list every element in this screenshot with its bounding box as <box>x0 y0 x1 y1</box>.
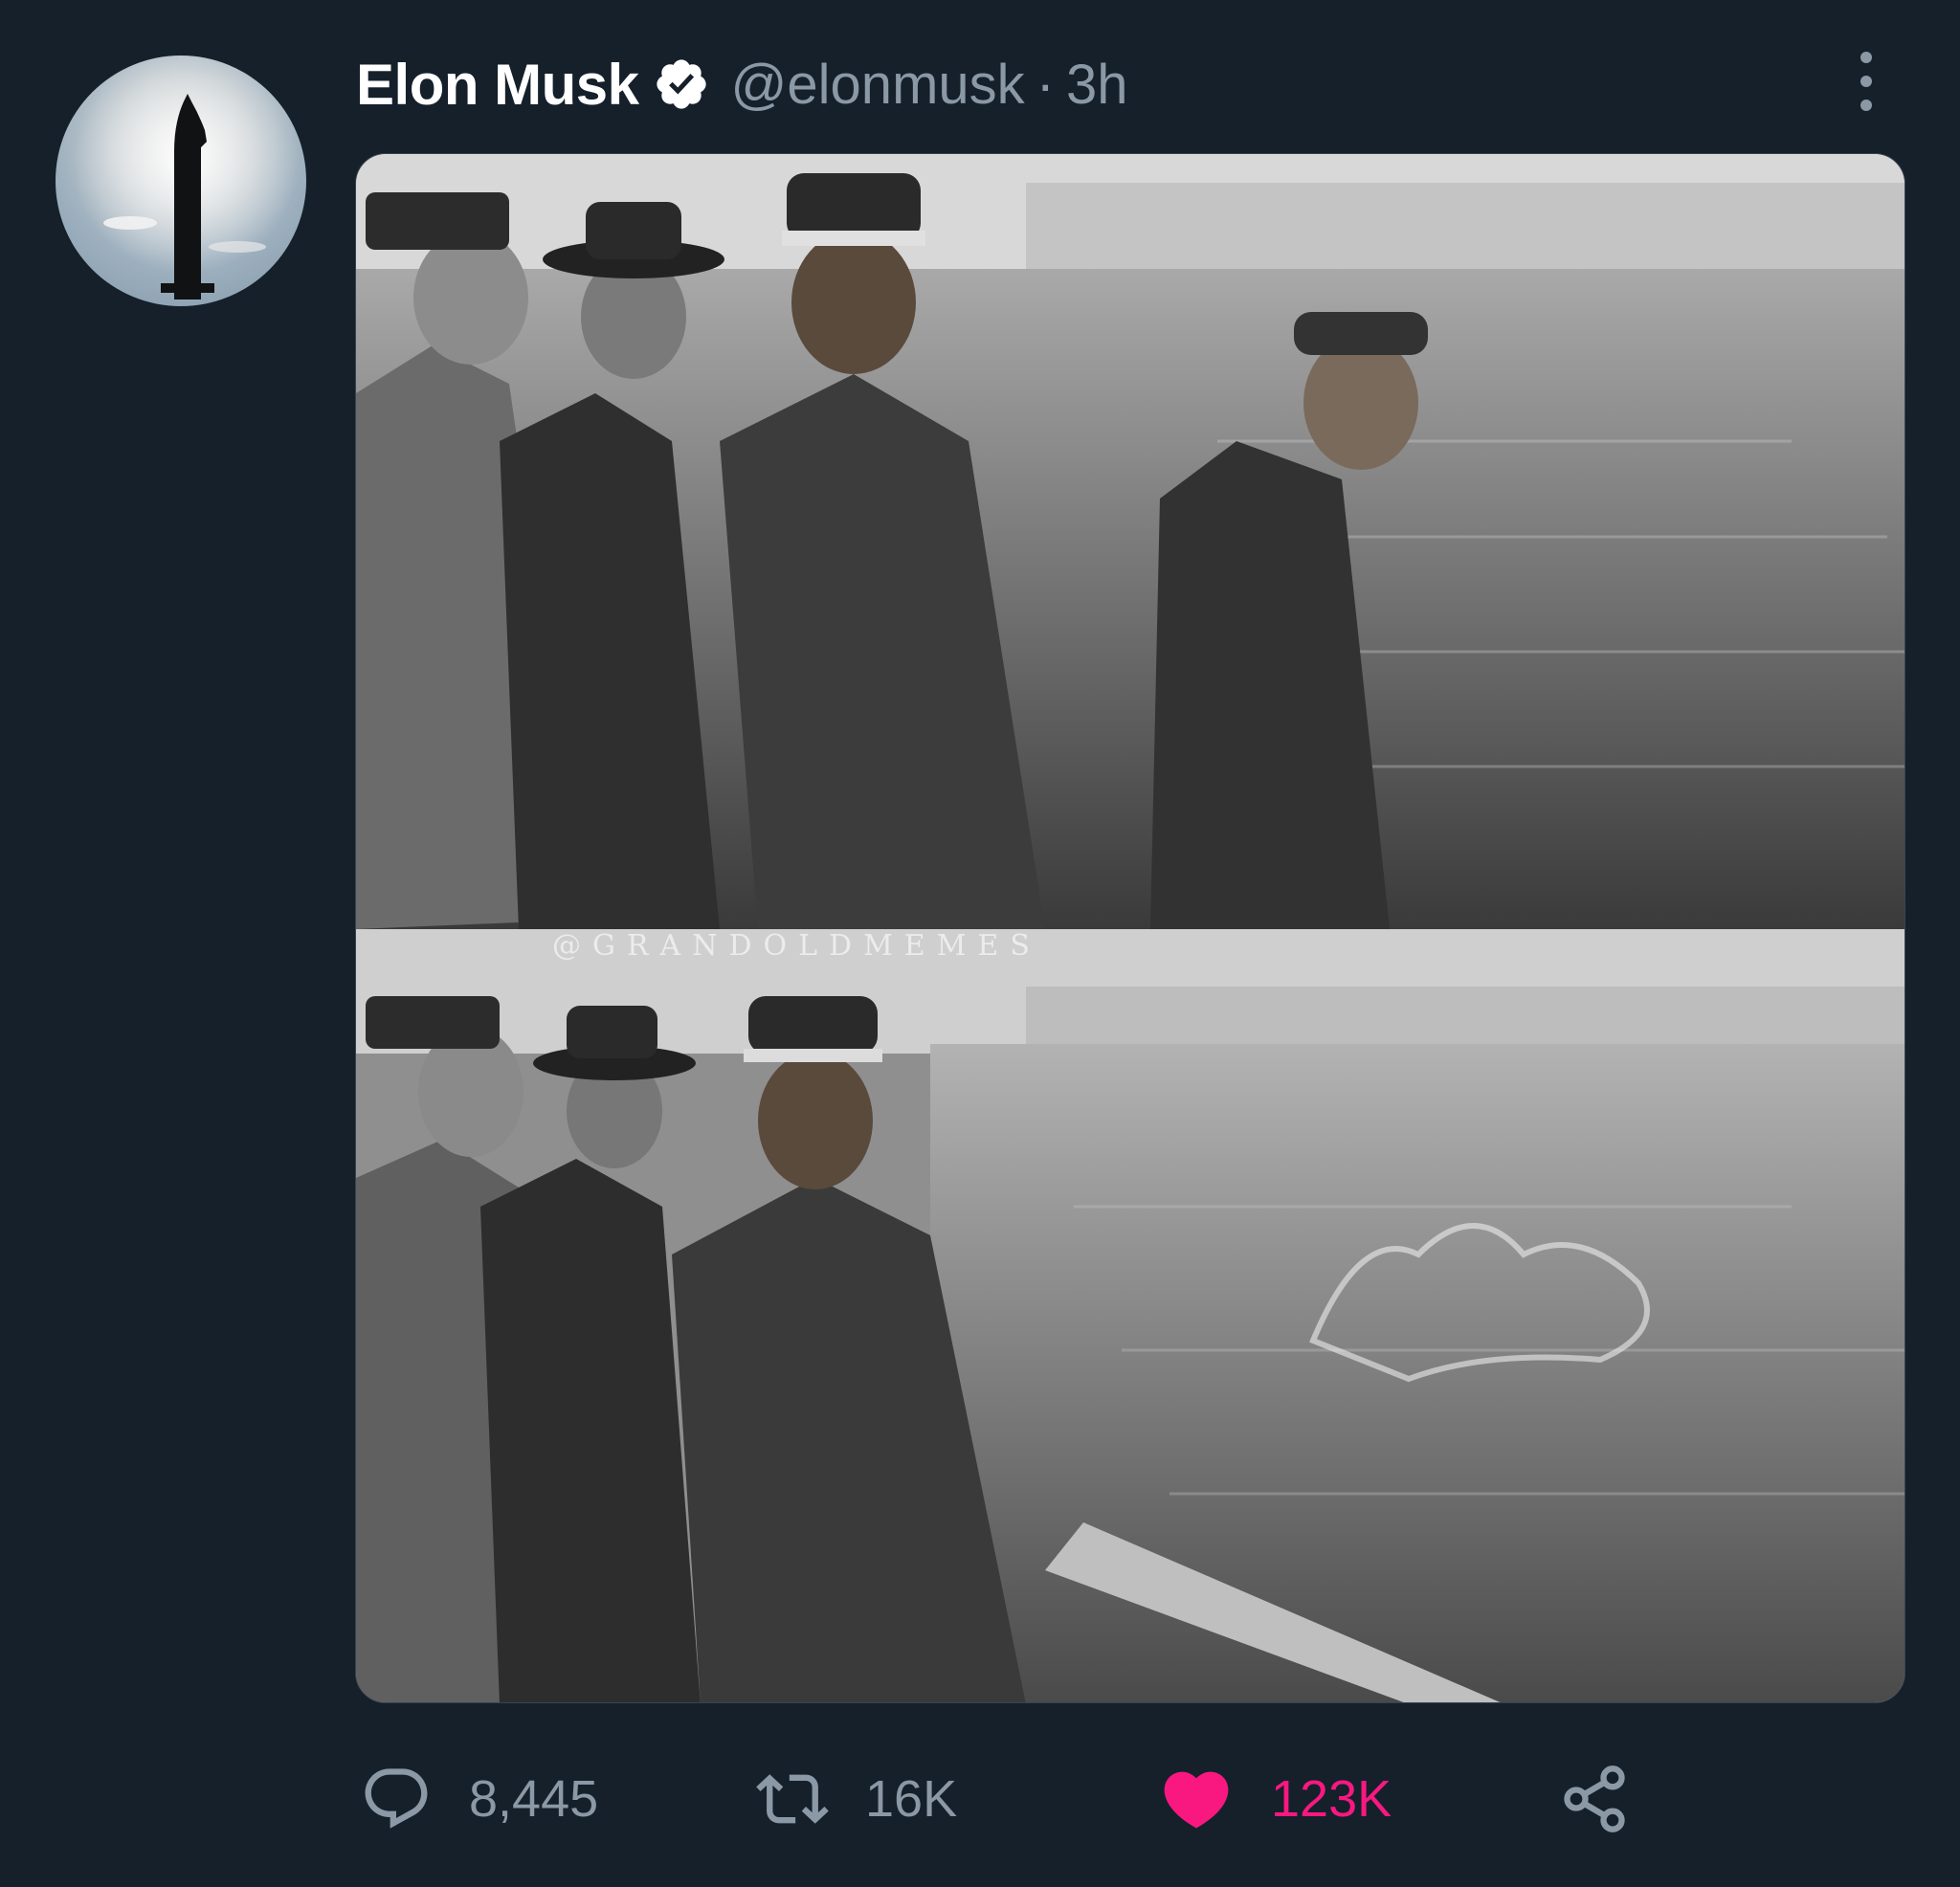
tweet-header: Elon Musk @elonmusk · 3h <box>356 46 1127 122</box>
author-name[interactable]: Elon Musk <box>356 52 639 118</box>
watermark-text: @GRANDOLDMEMES <box>552 929 1041 963</box>
heart-filled-icon <box>1164 1771 1229 1829</box>
reply-button[interactable]: 8,445 <box>360 1757 598 1841</box>
like-button[interactable]: 123K <box>1158 1757 1392 1841</box>
reply-icon <box>365 1768 428 1829</box>
more-vertical-icon <box>1860 52 1872 111</box>
tweet-media-image[interactable]: @GRANDOLDMEMES <box>355 153 1905 1703</box>
tweet-timestamp[interactable]: 3h <box>1066 53 1128 117</box>
starship-avatar-icon <box>56 56 306 306</box>
tweet-action-bar: 8,445 16K 123K <box>360 1757 1642 1841</box>
retweet-count: 16K <box>865 1770 958 1828</box>
more-options-button[interactable] <box>1847 48 1885 115</box>
author-handle[interactable]: @elonmusk <box>731 53 1025 117</box>
reply-count: 8,445 <box>469 1770 599 1828</box>
share-icon <box>1564 1765 1625 1832</box>
like-count: 123K <box>1271 1770 1392 1828</box>
retweet-icon <box>756 1774 829 1824</box>
retweet-button[interactable]: 16K <box>756 1757 957 1841</box>
verified-badge-icon <box>653 56 710 113</box>
separator-dot: · <box>1036 53 1055 116</box>
avatar[interactable] <box>56 56 306 306</box>
share-button[interactable] <box>1558 1757 1631 1841</box>
